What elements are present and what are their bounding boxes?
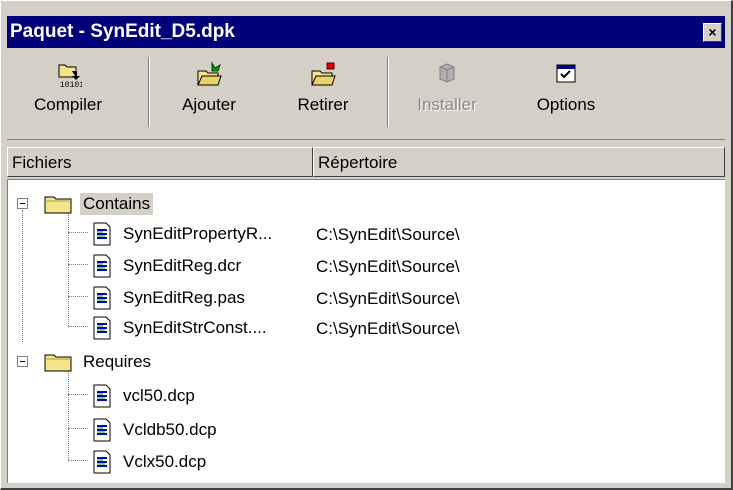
svg-text:10101: 10101 [60, 81, 82, 89]
item-path: C:\SynEdit\Source\ [316, 319, 460, 338]
collapse-contains-toggle[interactable] [17, 198, 28, 209]
group-label: Contains [80, 193, 154, 215]
tree-line [68, 232, 88, 233]
tree-line [68, 326, 88, 327]
item-path: C:\SynEdit\Source\ [316, 289, 460, 308]
compile-label: Compiler [33, 95, 103, 114]
tree-item[interactable]: Vclx50.dcp [92, 448, 209, 476]
options-button[interactable]: Options [527, 61, 605, 131]
tree-group-requires[interactable]: Requires [44, 348, 154, 376]
compile-icon: 10101 [58, 64, 82, 89]
toolbar-separator [387, 57, 389, 127]
remove-folder-icon [311, 62, 336, 86]
file-icon [93, 316, 111, 340]
add-label: Ajouter [182, 95, 236, 114]
group-label: Requires [83, 352, 152, 371]
item-name: vcl50.dcp [123, 386, 195, 405]
file-icon [93, 286, 111, 310]
column-header-directory[interactable]: Répertoire [313, 147, 725, 177]
file-icon [93, 418, 111, 442]
item-path: C:\SynEdit\Source\ [316, 225, 460, 244]
item-name: SynEditReg.dcr [123, 256, 242, 275]
column-header-files[interactable]: Fichiers [7, 147, 313, 177]
package-window: Paquet - SynEdit_D5.dpk × 10101 Compiler… [0, 0, 733, 490]
item-name: SynEditStrConst.... [123, 318, 267, 337]
remove-button[interactable]: Retirer [291, 61, 355, 131]
tree-line [68, 460, 88, 461]
install-button[interactable]: Installer [409, 61, 485, 131]
item-name: SynEditPropertyR... [123, 224, 273, 243]
remove-label: Retirer [297, 95, 349, 114]
tree-line [68, 264, 88, 265]
toolbar-separator [148, 57, 150, 127]
add-folder-icon [197, 61, 222, 86]
tree-line [68, 296, 88, 297]
directory-header-label: Répertoire [318, 153, 398, 172]
compile-button[interactable]: 10101 Compiler [29, 61, 107, 131]
close-icon: × [708, 23, 717, 40]
item-name: SynEditReg.pas [123, 288, 245, 307]
package-tree: Contains SynEditPropertyR... C:\SynEdit\… [7, 179, 725, 483]
close-button[interactable]: × [703, 22, 722, 42]
install-icon [439, 63, 455, 83]
file-icon [93, 222, 111, 246]
options-label: Options [536, 95, 596, 114]
install-label: Installer [417, 95, 477, 114]
title-bar[interactable]: Paquet - SynEdit_D5.dpk × [7, 16, 725, 48]
tree-item[interactable]: SynEditStrConst.... C:\SynEdit\Source\ [92, 314, 460, 342]
options-icon [556, 64, 576, 83]
tree-line [68, 370, 69, 460]
folder-icon [44, 354, 72, 372]
tree-item[interactable]: SynEditReg.pas C:\SynEdit\Source\ [92, 284, 460, 312]
column-headers: Fichiers Répertoire [7, 147, 725, 177]
item-path: C:\SynEdit\Source\ [316, 257, 460, 276]
tree-item[interactable]: vcl50.dcp [92, 382, 198, 410]
file-icon [93, 450, 111, 474]
tree-group-contains[interactable]: Contains [44, 190, 154, 218]
item-name: Vcldb50.dcp [123, 420, 217, 439]
window-title: Paquet - SynEdit_D5.dpk [10, 21, 235, 42]
tree-item[interactable]: SynEditReg.dcr C:\SynEdit\Source\ [92, 252, 460, 280]
collapse-requires-toggle[interactable] [17, 356, 28, 367]
files-header-label: Fichiers [12, 153, 72, 172]
toolbar: 10101 Compiler Ajouter Retirer Installer… [7, 51, 725, 140]
tree-line [68, 394, 88, 395]
folder-icon [44, 196, 72, 214]
tree-line [22, 210, 23, 342]
add-button[interactable]: Ajouter [177, 61, 241, 131]
file-icon [93, 254, 111, 278]
tree-item[interactable]: Vcldb50.dcp [92, 416, 220, 444]
tree-item[interactable]: SynEditPropertyR... C:\SynEdit\Source\ [92, 220, 460, 248]
tree-line [68, 210, 69, 326]
item-name: Vclx50.dcp [123, 452, 207, 471]
tree-line [68, 428, 88, 429]
file-icon [93, 384, 111, 408]
